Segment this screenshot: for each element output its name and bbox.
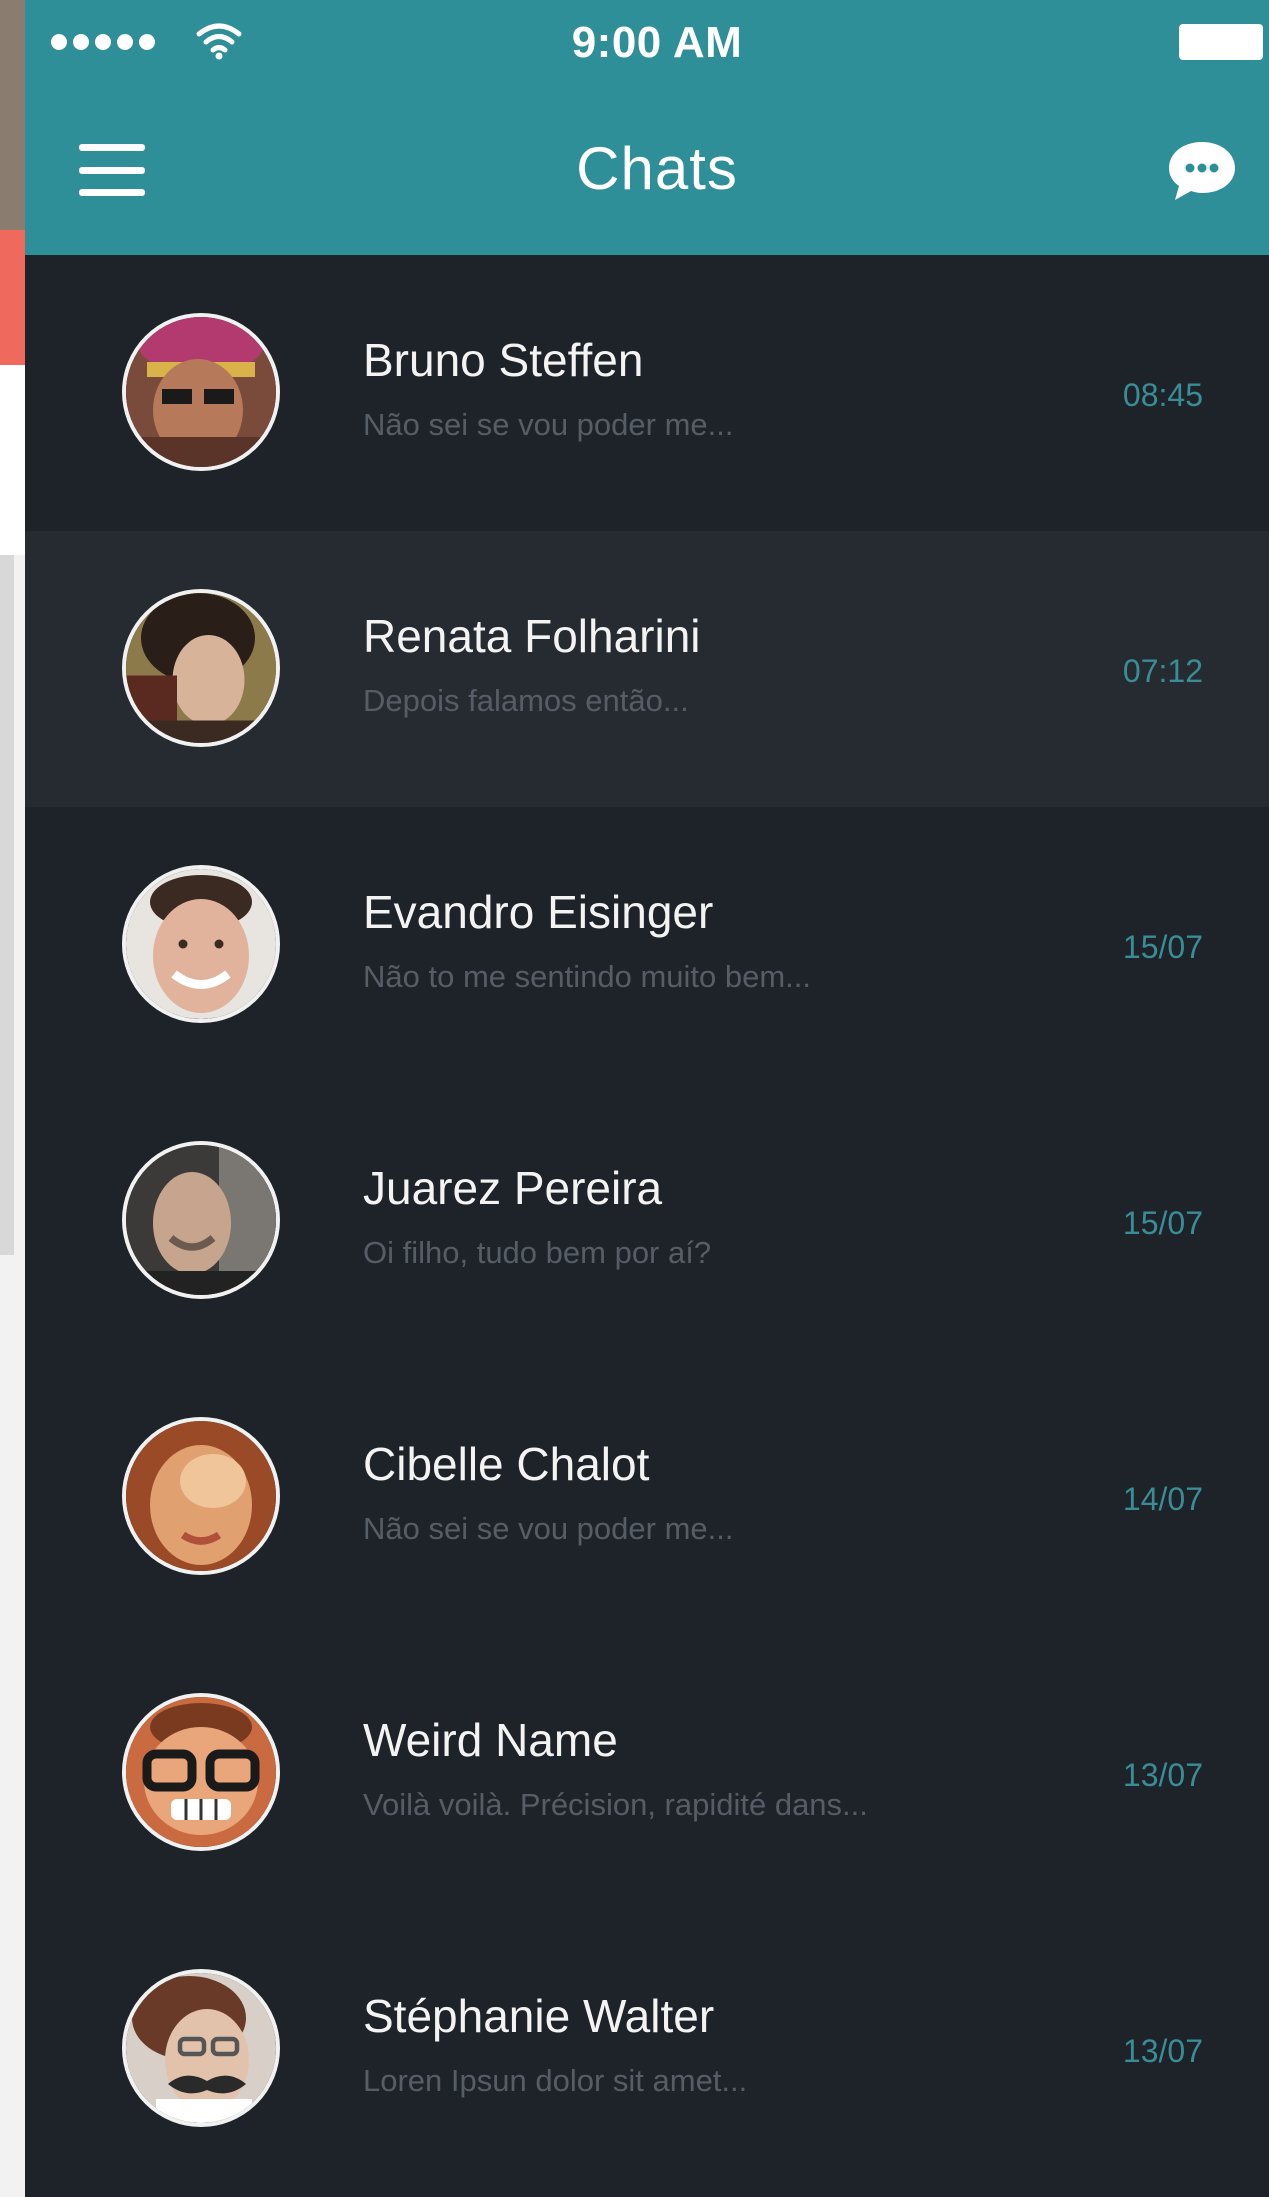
chat-row[interactable]: Cibelle Chalot Não sei se vou poder me..… (25, 1359, 1269, 1635)
message-time: 15/07 (1122, 929, 1203, 965)
message-preview: Loren Ipsun dolor sit amet... (363, 2063, 748, 2098)
battery-icon (1179, 24, 1263, 60)
app-header: 9:00 AM Chats (25, 0, 1269, 255)
chat-list: Bruno Steffen Não sei se vou poder me...… (25, 255, 1269, 2187)
contact-name: Weird Name (363, 1714, 618, 1766)
background-app-strip (0, 230, 25, 365)
message-preview: Não sei se vou poder me... (363, 407, 734, 442)
avatar (122, 589, 280, 747)
message-preview: Depois falamos então... (363, 683, 689, 718)
contact-name: Juarez Pereira (363, 1162, 663, 1214)
background-app-edge (0, 0, 25, 2197)
status-bar-time: 9:00 AM (571, 18, 743, 67)
message-time: 13/07 (1122, 2033, 1203, 2069)
avatar (122, 1417, 280, 1575)
status-bar: 9:00 AM (25, 0, 1269, 90)
avatar (122, 1693, 280, 1851)
message-time: 15/07 (1122, 1205, 1203, 1241)
chat-row[interactable]: Weird Name Voilà voilà. Précision, rapid… (25, 1635, 1269, 1911)
avatar (122, 865, 280, 1023)
background-app-strip (0, 0, 25, 230)
chat-row[interactable]: Renata Folharini Depois falamos então...… (25, 531, 1269, 807)
contact-name: Renata Folharini (363, 610, 701, 662)
message-preview: Não sei se vou poder me... (363, 1511, 734, 1546)
avatar (122, 1969, 280, 2127)
avatar (122, 313, 280, 471)
page-title: Chats (576, 135, 738, 202)
message-preview: Voilà voilà. Précision, rapidité dans... (363, 1787, 868, 1822)
phone-screen: 9:00 AM Chats Bruno Steffen Não sei se v… (25, 0, 1269, 2197)
message-preview: Não to me sentindo muito bem... (363, 959, 812, 994)
background-app-strip (0, 365, 25, 555)
message-time: 14/07 (1122, 1481, 1203, 1517)
avatar (122, 1141, 280, 1299)
chat-row[interactable]: Juarez Pereira Oi filho, tudo bem por aí… (25, 1083, 1269, 1359)
chat-row[interactable]: Stéphanie Walter Loren Ipsun dolor sit a… (25, 1911, 1269, 2187)
chat-row[interactable]: Bruno Steffen Não sei se vou poder me...… (25, 255, 1269, 531)
background-app-strip (0, 555, 14, 1255)
chat-bubble-icon[interactable] (1165, 138, 1239, 204)
message-time: 08:45 (1122, 377, 1203, 413)
message-time: 13/07 (1122, 1757, 1203, 1793)
message-time: 07:12 (1122, 653, 1203, 689)
contact-name: Evandro Eisinger (363, 886, 714, 938)
message-preview: Oi filho, tudo bem por aí? (363, 1235, 712, 1270)
contact-name: Stéphanie Walter (363, 1990, 715, 2042)
chat-row[interactable]: Evandro Eisinger Não to me sentindo muit… (25, 807, 1269, 1083)
contact-name: Bruno Steffen (363, 334, 644, 386)
contact-name: Cibelle Chalot (363, 1438, 650, 1490)
title-bar: Chats (25, 110, 1269, 230)
